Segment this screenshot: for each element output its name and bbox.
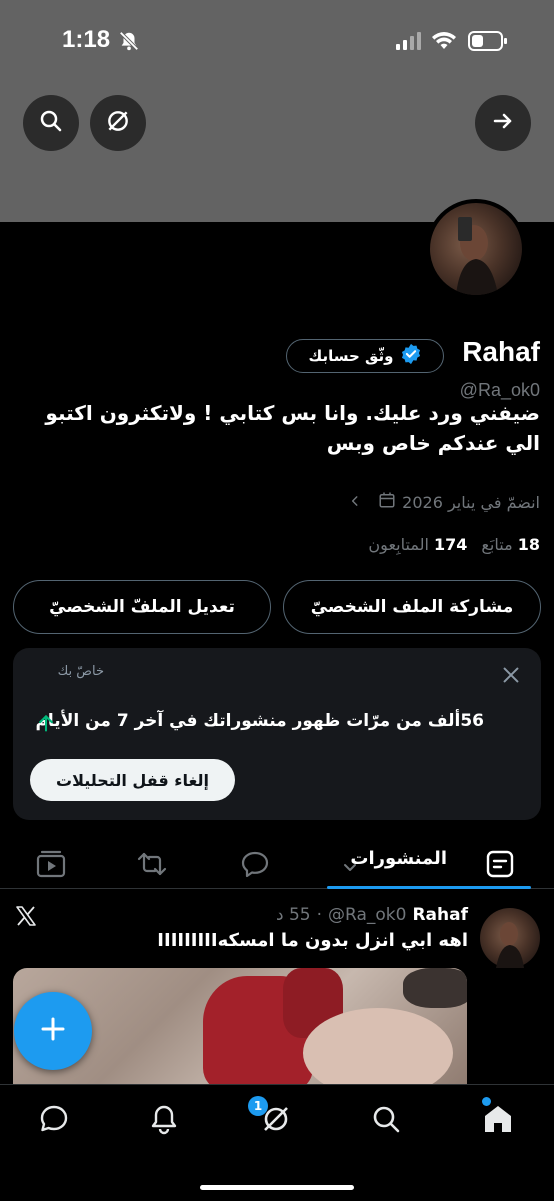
posts-list-icon [485,849,515,883]
following-label: متابَع [481,535,513,554]
tab-videos[interactable] [36,850,66,882]
forward-button[interactable] [475,95,531,151]
chat-bubble-icon [38,1103,70,1139]
home-unread-dot [482,1097,491,1106]
bell-off-icon [118,30,140,56]
plus-icon [39,1015,67,1047]
search-button[interactable] [23,95,79,151]
notifications-badge: 1 [248,1096,268,1116]
repost-icon [136,852,168,882]
compose-post-button[interactable] [14,992,92,1070]
post-author-name[interactable]: Rahaf [412,905,468,925]
video-icon [36,850,66,882]
nav-messages[interactable] [34,1101,74,1141]
joined-date-row[interactable]: انضمّ في يناير 2026 [348,491,540,513]
wifi-icon [431,31,457,55]
nav-home[interactable] [478,1101,518,1141]
calendar-icon [378,491,396,513]
verified-badge-icon [400,343,422,369]
impressions-stat: 56ألف من مرّات ظهور منشوراتك في آخر 7 من… [35,711,484,731]
followers-label: المتابِعون [368,535,429,554]
promo-close-button[interactable] [500,664,522,690]
status-time: 1:18 [62,26,111,53]
nav-notifications[interactable] [144,1101,184,1141]
followers-link[interactable]: 174 المتابِعون [368,535,467,554]
status-bar: 1:18 [0,0,554,80]
cellular-signal-icon [396,32,422,54]
arrow-right-icon [491,109,515,137]
search-icon [371,1104,401,1138]
following-count: 18 [517,535,540,554]
battery-icon [468,30,508,56]
profile-tabs: المنشورات [0,840,554,889]
verify-account-label: وثّق حسابك [308,347,394,365]
home-icon [482,1103,514,1139]
unlock-analytics-button[interactable]: إلغاء قفل التحليلات [30,759,235,801]
share-profile-button[interactable]: مشاركة الملف الشخصيّ [283,580,541,634]
promo-tag: خاصّ بك [57,664,104,679]
reply-bubble-icon [240,851,270,882]
grok-button[interactable] [90,95,146,151]
follow-stats: 18 متابَع 174 المتابِعون [368,535,540,554]
following-link[interactable]: 18 متابَع [481,535,540,554]
tab-posts[interactable]: المنشورات [327,840,531,888]
bell-icon [149,1103,179,1139]
profile-bio: ضيفني ورد عليك. وانا بس كتابي ! ولاتكثرو… [45,401,540,455]
post-author-avatar[interactable] [480,908,540,968]
verify-account-button[interactable]: وثّق حسابك [286,339,444,373]
post-text: اهه ابي انزل بدون ما امسكهIIIIIIIII [157,930,468,951]
profile-name: Rahaf [462,336,540,367]
joined-date: انضمّ في يناير 2026 [402,492,540,512]
nav-search[interactable] [366,1101,406,1141]
post-header: Rahaf @Ra_ok0 · 55 د [276,905,468,925]
chevron-left-icon [348,493,362,512]
home-indicator [200,1185,354,1190]
post-time: 55 د [276,905,311,925]
search-icon [39,109,63,137]
x-logo-icon [14,904,38,932]
bottom-navigation [0,1084,554,1201]
close-icon [500,667,522,690]
edit-profile-button[interactable]: تعديل الملفّ الشخصيّ [13,580,271,634]
post-author-handle: @Ra_ok0 [328,905,407,925]
followers-count: 174 [433,535,468,554]
grok-icon [105,108,131,138]
tab-replies[interactable] [240,850,270,882]
profile-avatar[interactable] [426,199,526,299]
arrow-up-icon [36,713,56,737]
active-tab-indicator [327,886,531,889]
tab-posts-label: المنشورات [350,848,447,869]
tab-reposts[interactable] [136,850,168,882]
